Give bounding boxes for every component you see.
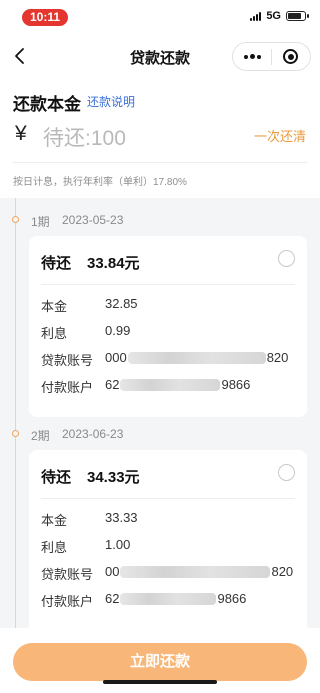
due-amount: 34.33元 [87,469,140,486]
loan-account-prefix: 000 [105,350,127,365]
nav-bar: 贷款还款 [0,36,320,78]
pay-all-link[interactable]: 一次还清 [254,126,306,145]
pay-account-value: 62 9866 [105,377,250,392]
network-type: 5G [266,10,281,22]
pay-account-label: 付款账户 [41,380,94,395]
more-button[interactable] [233,43,271,70]
installment-card[interactable]: 待还 34.33元 本金 33.33 利息 1.00 贷款账号 00 820 付… [29,450,307,628]
period-date: 2023-05-23 [62,213,124,227]
loan-account-suffix: 820 [266,350,289,365]
loan-account-value: 00 820 [105,564,293,579]
divider [13,162,307,163]
loan-account-prefix: 00 [105,564,120,579]
interest-value: 1.00 [105,537,131,552]
target-icon [283,49,299,64]
interest-value: 0.99 [105,323,131,338]
battery-icon [286,11,309,21]
timeline-dot-icon [12,216,19,223]
loan-account-value: 000 820 [105,350,288,365]
card-divider [41,498,295,499]
currency-symbol: ¥ [15,122,27,145]
masked-digits [120,565,271,578]
select-radio[interactable] [278,464,295,481]
interest-rate-note: 按日计息，执行年利率（单利）17.80% [13,177,187,188]
principal-title: 还款本金 [13,95,81,114]
masked-digits [127,351,266,364]
interest-label: 利息 [41,540,68,555]
select-radio[interactable] [278,250,295,267]
masked-digits [120,378,221,391]
status-time: 10:11 [22,9,68,26]
close-miniprogram-button[interactable] [272,43,310,70]
installment-schedule: 1期 2023-05-23 待还 33.84元 本金 32.85 利息 0.99… [0,198,320,628]
pay-account-prefix: 62 [105,591,120,606]
card-divider [41,284,295,285]
period-date: 2023-06-23 [62,427,124,441]
pay-account-suffix: 9866 [221,377,251,392]
pay-account-label: 付款账户 [41,594,94,609]
timeline-line [15,198,16,628]
period-number: 1期 [31,215,50,229]
home-indicator [103,680,217,684]
masked-digits [120,592,217,605]
repay-amount-input[interactable]: 待还:100 [43,122,126,152]
loan-account-suffix: 820 [271,564,294,579]
loan-account-label: 贷款账号 [41,353,94,368]
more-dots-icon [243,54,248,59]
repayment-header: 还款本金 还款说明 ¥ 待还:100 一次还清 按日计息，执行年利率（单利）17… [0,78,320,198]
status-indicators: 5G [250,10,309,22]
period-number: 2期 [31,429,50,443]
loan-account-label: 贷款账号 [41,567,94,582]
pay-account-prefix: 62 [105,377,120,392]
signal-icon [250,11,262,21]
due-amount: 33.84元 [87,255,140,272]
principal-value: 33.33 [105,510,138,525]
status-bar: 10:11 5G [0,0,320,36]
interest-label: 利息 [41,326,68,341]
pay-now-button[interactable]: 立即还款 [13,643,307,681]
installment-card[interactable]: 待还 33.84元 本金 32.85 利息 0.99 贷款账号 000 820 … [29,236,307,417]
principal-value: 32.85 [105,296,138,311]
due-label: 待还 [41,255,72,272]
principal-label: 本金 [41,513,68,528]
mini-program-capsule [232,42,311,71]
repayment-explain-link[interactable]: 还款说明 [87,93,135,110]
due-label: 待还 [41,469,72,486]
principal-label: 本金 [41,299,68,314]
pay-account-value: 62 9866 [105,591,246,606]
timeline-dot-icon [12,430,19,437]
pay-account-suffix: 9866 [217,591,247,606]
